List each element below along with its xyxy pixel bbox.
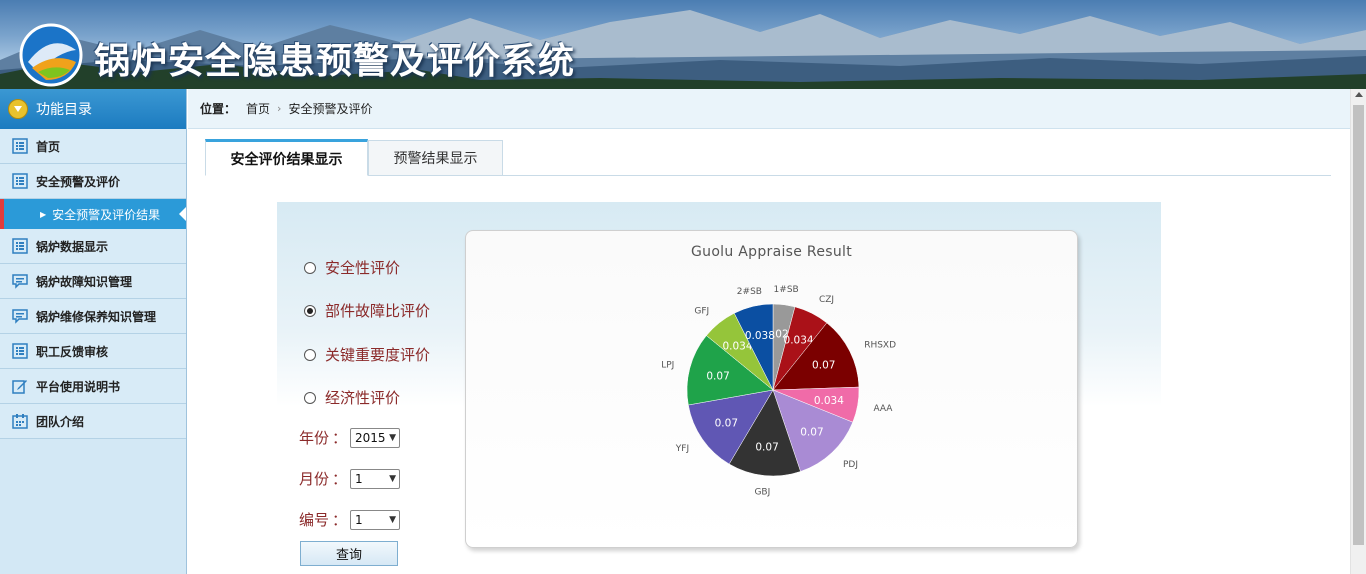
pie-category-label: GFJ <box>694 306 709 316</box>
sidebar-item-label: 团队介绍 <box>36 414 85 429</box>
month-label: 月份 <box>299 470 330 488</box>
radio-label: 关键重要度评价 <box>325 346 431 364</box>
pie-category-label: LPJ <box>661 360 674 370</box>
list-icon <box>12 343 28 359</box>
number-field: 编号 ： 1 ▼ <box>299 509 401 530</box>
colon: ： <box>332 511 348 529</box>
pie-category-label: PDJ <box>843 460 858 470</box>
sidebar-item-feedback-review[interactable]: 职工反馈审核 <box>0 334 186 369</box>
year-label: 年份 <box>299 429 330 447</box>
month-select[interactable]: 1 ▼ <box>350 468 401 489</box>
pie-value-label: 0.038 <box>745 330 775 342</box>
radio-label: 部件故障比评价 <box>325 302 431 320</box>
sidebar-item-fault-knowledge[interactable]: 锅炉故障知识管理 <box>0 264 186 299</box>
pie-value-label: 0.07 <box>755 441 778 453</box>
header-banner: 锅炉安全隐患预警及评价系统 <box>0 0 1366 89</box>
breadcrumb-label: 位置： <box>200 102 237 116</box>
sidebar-item-safety-warning[interactable]: 安全预警及评价 <box>0 164 186 199</box>
colon: ： <box>332 429 348 447</box>
month-value: 1 <box>355 471 363 486</box>
radio-button[interactable] <box>304 261 316 274</box>
scroll-up-icon[interactable] <box>1355 92 1363 97</box>
pie-category-label: 2#SB <box>737 287 762 297</box>
calendar-icon <box>12 413 28 429</box>
tab-warning-result[interactable]: 预警结果显示 <box>368 140 503 176</box>
radio-button[interactable] <box>304 348 316 361</box>
pie-category-label: 1#SB <box>774 285 799 295</box>
radio-label: 经济性评价 <box>325 389 401 407</box>
radio-key-importance-evaluation[interactable]: 关键重要度评价 <box>304 344 430 365</box>
tab-safety-result[interactable]: 安全评价结果显示 <box>205 139 368 176</box>
app-logo <box>18 22 84 88</box>
pie-value-label: 0.07 <box>800 426 823 438</box>
chevron-down-icon[interactable] <box>8 99 28 119</box>
number-label: 编号 <box>299 511 330 529</box>
sidebar-item-team[interactable]: 团队介绍 <box>0 404 186 439</box>
pie-value-label: 0.07 <box>812 360 835 372</box>
edit-icon <box>12 378 28 394</box>
sidebar-item-label: 安全预警及评价结果 <box>52 207 161 222</box>
pie-value-label: 0.07 <box>706 371 729 383</box>
number-value: 1 <box>355 512 363 527</box>
pie-value-label: 0.034 <box>722 341 752 353</box>
chevron-down-icon: ▼ <box>389 473 397 484</box>
radio-safety-evaluation[interactable]: 安全性评价 <box>304 257 400 278</box>
list-icon <box>12 173 28 189</box>
sidebar-item-manual[interactable]: 平台使用说明书 <box>0 369 186 404</box>
scrollbar-thumb[interactable] <box>1353 105 1364 545</box>
breadcrumb: 位置： 首页 › 安全预警及评价 <box>188 89 1350 129</box>
radio-label: 安全性评价 <box>325 259 401 277</box>
evaluation-panel: 安全性评价 部件故障比评价 关键重要度评价 经济性评价 年份 ： 2015 ▼ … <box>277 202 1161 574</box>
pie-category-label: YFJ <box>675 444 689 454</box>
sidebar-item-label: 职工反馈审核 <box>36 344 109 359</box>
list-icon <box>12 138 28 154</box>
radio-button[interactable] <box>304 304 316 317</box>
sidebar: 功能目录 首页 安全预警及评价 ▶ 安全预警及评价结果 锅炉数据显示 锅炉故障知… <box>0 89 187 574</box>
chat-icon <box>12 273 28 289</box>
vertical-scrollbar[interactable] <box>1350 89 1366 574</box>
sidebar-item-label: 安全预警及评价 <box>36 174 121 189</box>
breadcrumb-current: 安全预警及评价 <box>288 102 373 116</box>
sidebar-header-label: 功能目录 <box>36 102 92 118</box>
tab-bar: 安全评价结果显示 预警结果显示 <box>205 139 1331 176</box>
number-select[interactable]: 1 ▼ <box>350 509 401 530</box>
radio-component-fault-evaluation[interactable]: 部件故障比评价 <box>304 300 430 321</box>
list-icon <box>12 238 28 254</box>
pie-category-label: RHSXD <box>864 340 896 350</box>
sidebar-subitem-safety-result[interactable]: ▶ 安全预警及评价结果 <box>0 199 186 229</box>
year-field: 年份 ： 2015 ▼ <box>299 427 401 448</box>
chevron-right-icon: › <box>277 102 282 115</box>
pie-category-label: GBJ <box>754 487 770 497</box>
sidebar-item-label: 锅炉故障知识管理 <box>36 274 133 289</box>
pie-chart: 0.0211#SB0.034CZJ0.07RHSXD0.034AAA0.07PD… <box>661 285 896 498</box>
year-select[interactable]: 2015 ▼ <box>350 427 401 448</box>
chevron-down-icon: ▼ <box>389 514 397 525</box>
sidebar-item-label: 首页 <box>36 139 61 154</box>
sidebar-item-label: 锅炉维修保养知识管理 <box>36 309 157 324</box>
breadcrumb-link-home[interactable]: 首页 <box>246 100 270 117</box>
app-title: 锅炉安全隐患预警及评价系统 <box>94 41 576 82</box>
sidebar-item-label: 锅炉数据显示 <box>36 239 109 254</box>
year-value: 2015 <box>355 430 386 445</box>
sidebar-item-home[interactable]: 首页 <box>0 129 186 164</box>
month-field: 月份 ： 1 ▼ <box>299 468 401 489</box>
sidebar-header[interactable]: 功能目录 <box>0 89 186 129</box>
pie-category-label: AAA <box>873 404 893 414</box>
chat-icon <box>12 308 28 324</box>
pie-category-label: CZJ <box>819 295 834 305</box>
caret-right-icon: ▶ <box>40 209 47 219</box>
colon: ： <box>332 470 348 488</box>
sidebar-item-maintenance-knowledge[interactable]: 锅炉维修保养知识管理 <box>0 299 186 334</box>
chevron-down-icon: ▼ <box>389 432 397 443</box>
sidebar-item-label: 平台使用说明书 <box>36 379 121 394</box>
chart-card: Guolu Appraise Result 0.021 1#SB 0.034 CZJ 0… <box>465 230 1078 548</box>
pie-value-label: 0.034 <box>814 395 844 407</box>
pie-value-label: 0.07 <box>715 417 738 429</box>
sidebar-item-boiler-data[interactable]: 锅炉数据显示 <box>0 229 186 264</box>
radio-economic-evaluation[interactable]: 经济性评价 <box>304 387 400 408</box>
radio-button[interactable] <box>304 391 316 404</box>
query-button[interactable]: 查询 <box>300 541 398 566</box>
